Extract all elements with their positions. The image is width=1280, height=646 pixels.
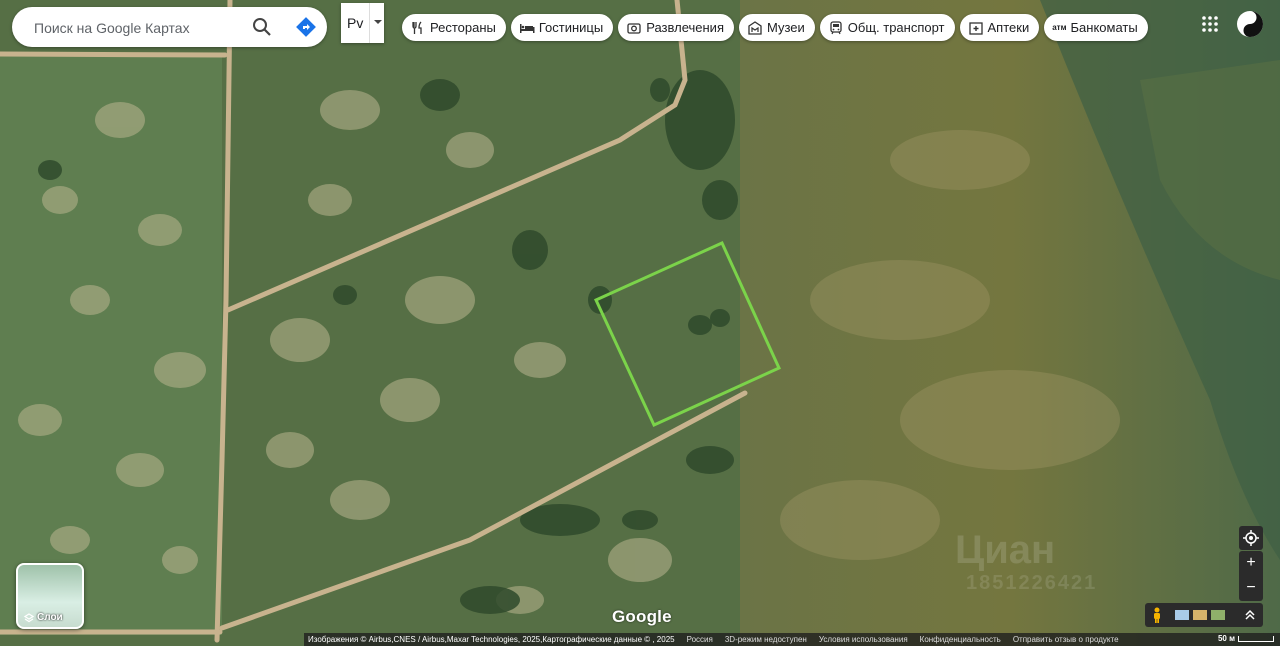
search-box[interactable]	[12, 7, 327, 49]
restaurant-icon	[410, 20, 426, 36]
terms-link[interactable]: Условия использования	[819, 635, 908, 644]
layers-icon	[24, 612, 34, 622]
scale-bar[interactable]: 50 м	[1218, 634, 1274, 643]
chip-museums[interactable]: Музеи	[738, 14, 815, 41]
satellite-thumbnail-icon[interactable]	[1211, 610, 1225, 620]
account-avatar[interactable]	[1236, 10, 1264, 38]
watermark-id: 1851226421	[966, 572, 1098, 594]
transit-icon	[828, 20, 844, 36]
privacy-link[interactable]: Конфиденциальность	[920, 635, 1001, 644]
view-controls	[1145, 603, 1263, 627]
pharmacy-icon	[968, 20, 984, 36]
layers-button[interactable]: Слои	[16, 563, 84, 629]
chevron-down-icon[interactable]	[369, 3, 385, 43]
chip-transit[interactable]: Общ. транспорт	[819, 14, 955, 41]
feedback-link[interactable]: Отправить отзыв о продукте	[1013, 635, 1119, 644]
pegman-icon[interactable]	[1151, 607, 1163, 623]
map-thumbnail-icon[interactable]	[1175, 610, 1189, 620]
watermark: Циан	[955, 528, 1056, 572]
camera-icon	[626, 20, 642, 36]
search-icon[interactable]	[250, 15, 274, 39]
footer-bar: Изображения © Airbus,CNES / Airbus,Maxar…	[304, 633, 1280, 646]
my-location-button[interactable]	[1239, 526, 1263, 550]
google-logo: Google	[612, 607, 672, 626]
satellite-map[interactable]	[0, 0, 1280, 646]
scale-line	[1238, 635, 1274, 642]
layers-label: Слои	[37, 612, 63, 623]
my-location-icon	[1243, 530, 1259, 546]
directions-icon[interactable]	[294, 15, 318, 39]
language-select[interactable]: Рv	[341, 3, 384, 43]
chip-label: Музеи	[766, 20, 805, 35]
terrain-thumbnail-icon[interactable]	[1193, 610, 1207, 620]
chip-label: Рестораны	[430, 20, 496, 35]
hotel-icon	[519, 20, 535, 36]
chip-label: Гостиницы	[538, 20, 604, 35]
chip-atms[interactable]: атм Банкоматы	[1044, 14, 1148, 41]
chip-label: Общ. транспорт	[847, 20, 945, 35]
apps-grid-icon[interactable]	[1200, 14, 1220, 34]
chip-pharmacies[interactable]: Аптеки	[959, 14, 1040, 41]
3d-mode-note: 3D-режим недоступен	[724, 635, 807, 644]
zoom-controls: + −	[1239, 551, 1263, 601]
museum-icon	[747, 20, 763, 36]
chip-entertainment[interactable]: Развлечения	[618, 14, 734, 41]
chip-label: Аптеки	[987, 20, 1030, 35]
chip-hotels[interactable]: Гостиницы	[510, 14, 614, 41]
search-input[interactable]	[32, 7, 256, 49]
zoom-in-button[interactable]: +	[1239, 551, 1263, 576]
scale-label: 50 м	[1217, 634, 1235, 643]
country-link[interactable]: Россия	[687, 635, 713, 644]
zoom-out-button[interactable]: −	[1239, 576, 1263, 601]
chip-label: Банкоматы	[1070, 20, 1138, 35]
imagery-attribution: Изображения © Airbus,CNES / Airbus,Maxar…	[308, 635, 675, 644]
atm-icon: атм	[1052, 23, 1067, 32]
chip-label: Развлечения	[646, 20, 724, 35]
chevron-up-icon[interactable]	[1244, 609, 1256, 621]
language-value: Рv	[347, 15, 364, 31]
chip-restaurants[interactable]: Рестораны	[402, 14, 506, 41]
category-chips: Рестораны Гостиницы Развлечения Музеи Об…	[402, 14, 1148, 41]
